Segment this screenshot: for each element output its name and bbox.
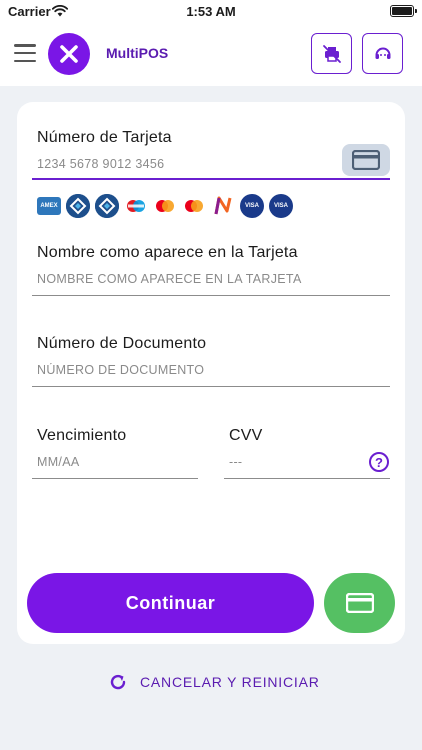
card-number-label: Número de Tarjeta bbox=[37, 129, 172, 146]
document-input[interactable] bbox=[37, 361, 387, 379]
expiry-input[interactable] bbox=[37, 453, 197, 471]
card-brands-row: AMEX VISA VISA bbox=[37, 194, 293, 218]
cabal-debit-logo bbox=[95, 194, 119, 218]
app-header: MultiPOS bbox=[0, 24, 422, 86]
headset-icon bbox=[375, 47, 390, 59]
cvv-help-icon[interactable]: ? bbox=[369, 452, 389, 472]
hamburger-menu-icon[interactable] bbox=[14, 44, 36, 62]
cabal-logo bbox=[66, 194, 90, 218]
card-number-input[interactable] bbox=[37, 155, 337, 173]
expiry-underline bbox=[32, 478, 198, 479]
card-number-underline bbox=[32, 178, 390, 180]
mastercard-debit-logo bbox=[182, 194, 206, 218]
mastercard-logo bbox=[153, 194, 177, 218]
cvv-label: CVV bbox=[229, 427, 263, 444]
document-label: Número de Documento bbox=[37, 335, 207, 352]
maestro-logo bbox=[124, 194, 148, 218]
status-bar: Carrier 1:53 AM bbox=[0, 0, 422, 24]
visa-debit-logo: VISA bbox=[269, 194, 293, 218]
battery-tip bbox=[415, 9, 417, 13]
document-underline bbox=[32, 386, 390, 387]
visa-logo: VISA bbox=[240, 194, 264, 218]
continue-button[interactable]: Continuar bbox=[27, 573, 314, 633]
amex-logo: AMEX bbox=[37, 197, 61, 215]
refresh-icon bbox=[110, 674, 126, 690]
cardholder-underline bbox=[32, 295, 390, 296]
credit-card-icon bbox=[345, 593, 374, 613]
card-scan-button[interactable] bbox=[342, 144, 390, 176]
expiry-label: Vencimiento bbox=[37, 427, 127, 444]
cardholder-label: Nombre como aparece en la Tarjeta bbox=[37, 244, 298, 261]
credit-card-icon bbox=[352, 150, 380, 170]
support-button[interactable] bbox=[362, 33, 403, 74]
payment-form-card: Número de Tarjeta AMEX VISA VISA Nombre bbox=[17, 102, 405, 644]
clock: 1:53 AM bbox=[186, 4, 236, 19]
cancel-reset-link[interactable]: CANCELAR Y REINICIAR bbox=[108, 670, 320, 694]
naranja-logo bbox=[211, 194, 235, 218]
card-payment-button[interactable] bbox=[324, 573, 395, 633]
cvv-underline bbox=[224, 478, 390, 479]
cardholder-input[interactable] bbox=[37, 270, 387, 288]
printer-button[interactable] bbox=[311, 33, 352, 74]
app-title: MultiPOS bbox=[106, 45, 169, 61]
cancel-reset-label: CANCELAR Y REINICIAR bbox=[140, 674, 320, 690]
printer-off-icon bbox=[322, 44, 341, 63]
battery-icon bbox=[390, 5, 414, 17]
cvv-input[interactable] bbox=[229, 453, 359, 471]
app-logo bbox=[48, 33, 90, 75]
